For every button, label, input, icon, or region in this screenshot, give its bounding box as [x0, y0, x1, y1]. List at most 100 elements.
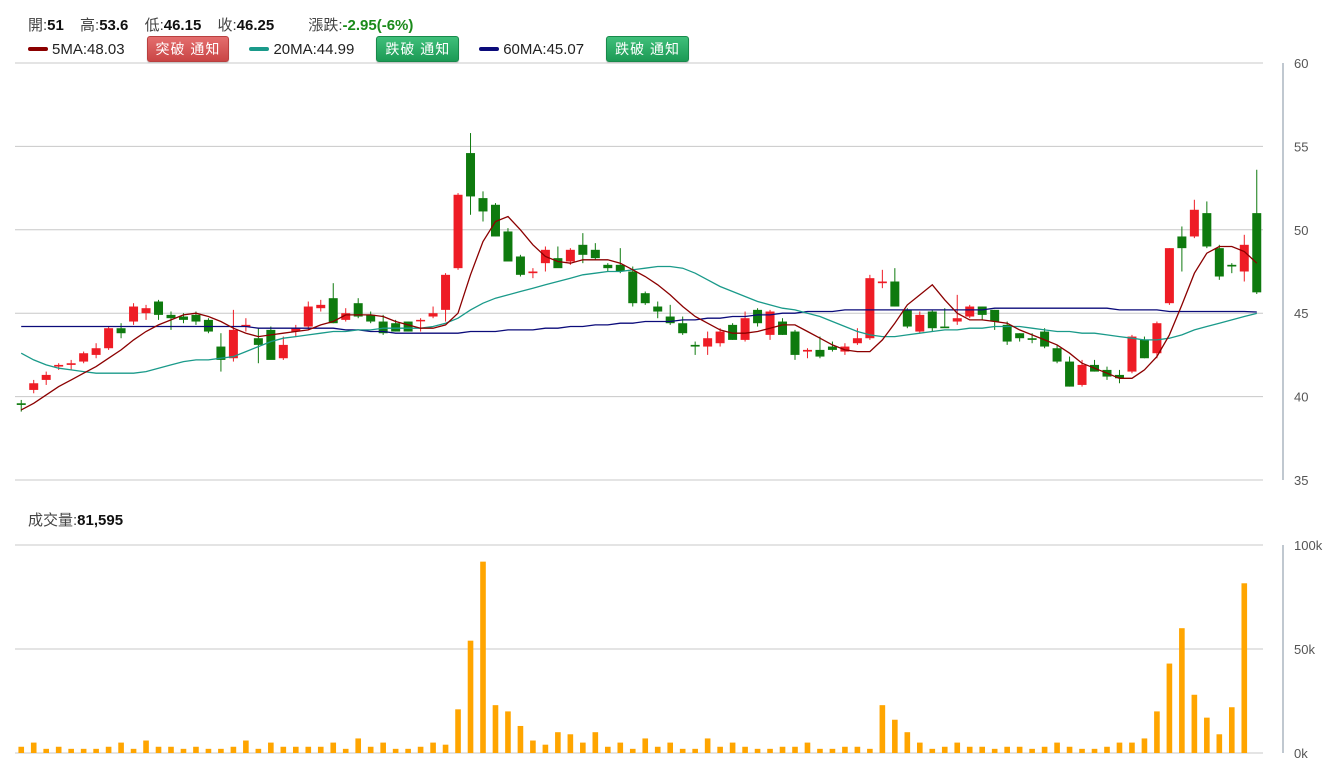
- volume-bar: [542, 744, 549, 753]
- candle: [41, 371, 51, 385]
- volume-bar: [904, 732, 911, 753]
- candle-body: [790, 331, 800, 355]
- candle-body: [678, 323, 688, 334]
- volume-bar: [1116, 742, 1123, 753]
- candle-body: [778, 321, 788, 335]
- volume-bar: [317, 746, 324, 753]
- candle-body: [253, 338, 263, 345]
- candle: [466, 133, 476, 215]
- candle: [690, 341, 700, 355]
- volume-bar: [1166, 663, 1173, 753]
- candle: [915, 311, 925, 334]
- volume-bar: [1216, 734, 1223, 753]
- candle: [1189, 199, 1199, 239]
- volume-bar: [854, 746, 861, 753]
- volume-bar: [642, 738, 649, 753]
- volume-bar: [767, 748, 773, 753]
- volume-bar: [717, 746, 723, 753]
- candle-body: [852, 338, 862, 344]
- candle: [1252, 169, 1262, 295]
- candle-body: [1127, 336, 1137, 372]
- candle: [553, 246, 563, 269]
- price-tick-label: 35: [1294, 473, 1308, 488]
- volume-bar: [817, 748, 823, 753]
- candle: [79, 351, 89, 364]
- candle: [540, 246, 550, 272]
- volume-bar: [155, 746, 162, 753]
- candle-body: [1189, 209, 1199, 237]
- volume-bar: [629, 748, 636, 753]
- volume-bar: [180, 748, 187, 753]
- price-grid: [15, 62, 1263, 481]
- candle: [1127, 334, 1137, 374]
- volume-bar: [305, 746, 312, 753]
- volume-bar: [829, 748, 836, 753]
- volume-bar: [93, 748, 99, 753]
- volume-bar: [1141, 738, 1148, 753]
- candle: [778, 318, 788, 335]
- volume-bar: [792, 746, 798, 753]
- candle: [1065, 356, 1075, 387]
- candle: [790, 329, 800, 360]
- candle: [865, 274, 875, 340]
- volume-bar: [243, 740, 249, 753]
- volume-y-axis: 100k 50k 0k: [1282, 538, 1323, 760]
- candle-body: [927, 311, 937, 329]
- volume-bar: [1054, 742, 1060, 753]
- stock-chart[interactable]: 60 55 50 45 40 35 100k 50k 0k: [0, 0, 1340, 760]
- candle-body: [129, 306, 139, 322]
- candle: [228, 309, 238, 362]
- candle-body: [753, 309, 763, 324]
- volume-bar: [455, 709, 461, 753]
- candle-body: [191, 314, 201, 322]
- volume-bar: [654, 746, 661, 753]
- candle-body: [1164, 248, 1174, 304]
- volume-bar: [679, 748, 686, 753]
- volume-bar: [1104, 746, 1110, 753]
- volume-bar: [1241, 583, 1248, 753]
- candle: [29, 379, 39, 394]
- candle-body: [316, 304, 326, 309]
- candle-body: [178, 316, 188, 320]
- candle-body: [865, 278, 875, 339]
- volume-bar: [43, 748, 50, 753]
- volume-bar: [330, 742, 337, 753]
- candle-body: [453, 194, 463, 269]
- volume-bar: [729, 742, 736, 753]
- volume-grid: [15, 544, 1263, 754]
- candle: [1239, 234, 1249, 282]
- candlesticks: [16, 133, 1262, 412]
- candle: [940, 308, 950, 329]
- volume-bar: [442, 744, 449, 753]
- candle: [640, 291, 650, 305]
- volume-bar: [230, 746, 237, 753]
- candle-body: [29, 383, 39, 390]
- volume-bar: [480, 561, 486, 753]
- volume-bar: [892, 719, 898, 753]
- candle: [154, 299, 164, 320]
- candle: [478, 191, 488, 222]
- candle: [66, 359, 76, 370]
- candle: [528, 268, 538, 279]
- candle: [977, 306, 987, 320]
- volume-bar: [218, 748, 224, 753]
- volume-bar: [941, 746, 948, 753]
- volume-bar: [205, 748, 212, 753]
- volume-bar: [18, 746, 25, 753]
- volume-bar: [966, 746, 973, 753]
- volume-bar: [355, 738, 362, 753]
- candle-body: [1002, 324, 1012, 342]
- volume-bar: [1154, 711, 1160, 753]
- candle: [416, 318, 426, 332]
- candle-body: [303, 306, 313, 327]
- candle-body: [1227, 264, 1237, 267]
- price-tick-label: 55: [1294, 139, 1308, 154]
- volume-bar: [916, 742, 923, 753]
- volume-bar: [367, 746, 374, 753]
- candle-body: [690, 344, 700, 347]
- volume-bar: [929, 748, 936, 753]
- volume-tick-label: 0k: [1294, 746, 1308, 760]
- price-y-axis: 60 55 50 45 40 35: [1282, 56, 1308, 488]
- volume-bar: [68, 748, 74, 753]
- volume-bar: [555, 732, 561, 753]
